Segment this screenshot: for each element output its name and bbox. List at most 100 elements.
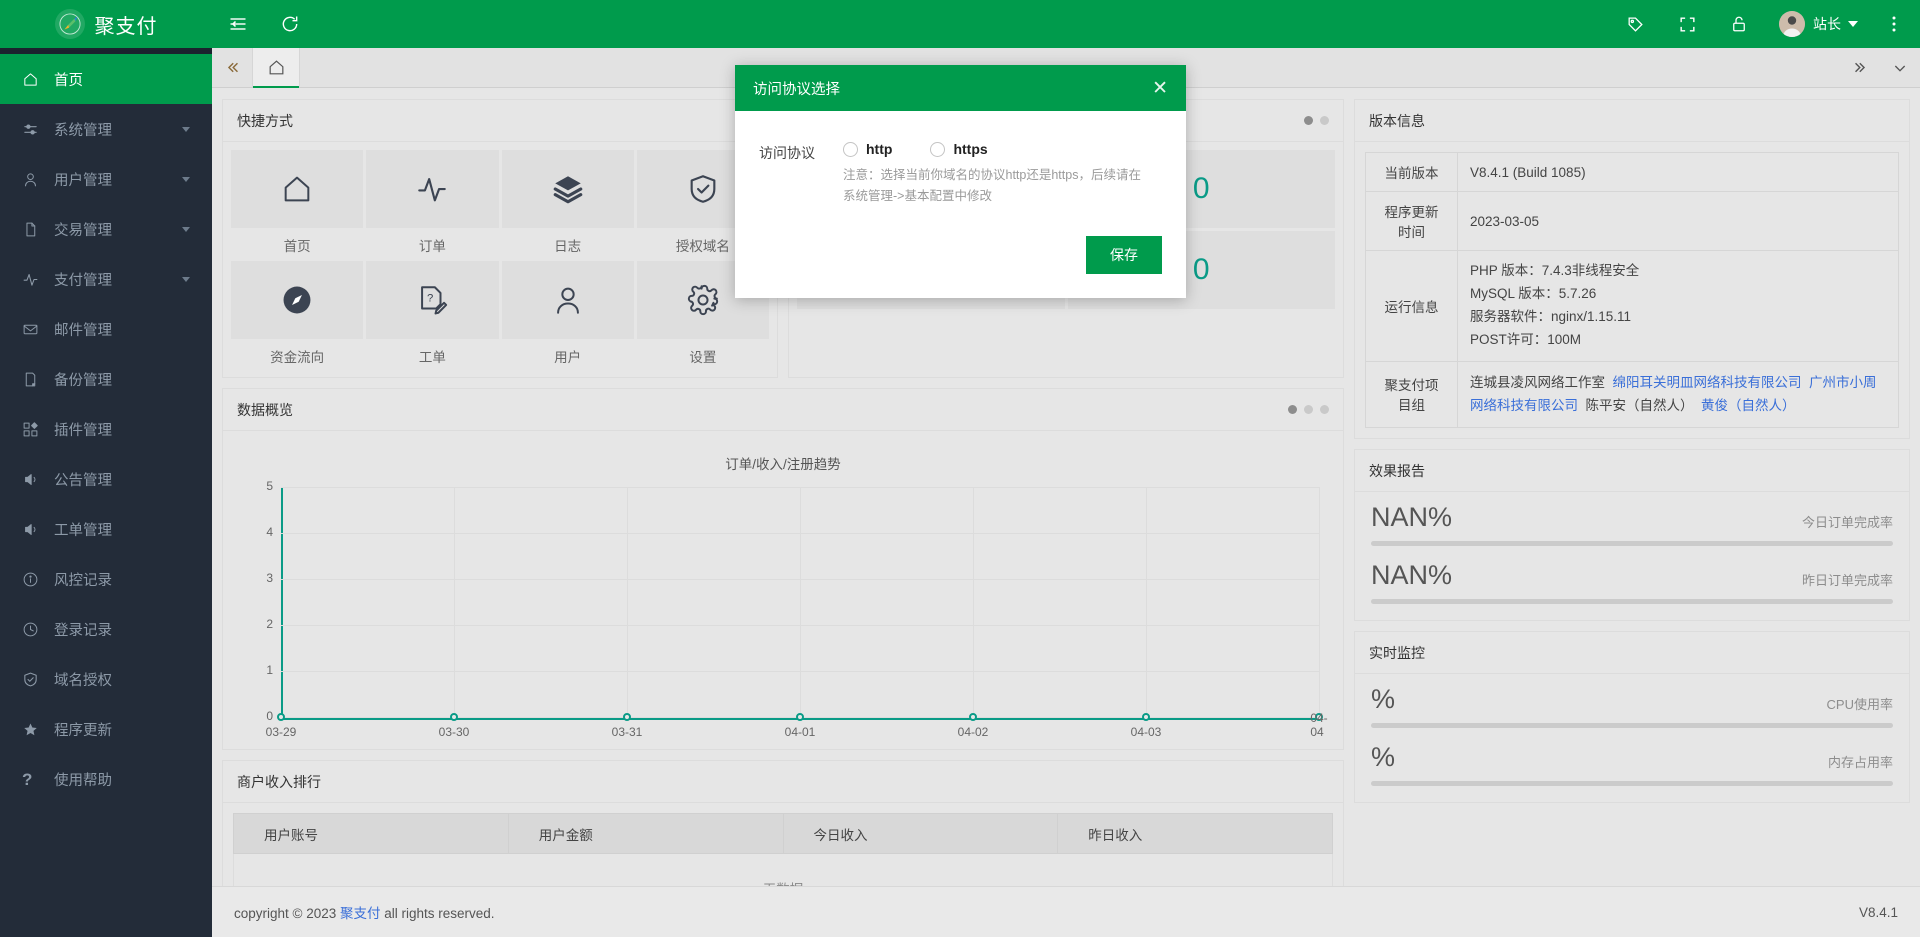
shortcut-0[interactable]: 首页 — [231, 150, 363, 258]
monitor-label: 内存占用率 — [1828, 752, 1893, 771]
more-vertical-icon[interactable] — [1868, 0, 1920, 48]
chart-data-point[interactable] — [1142, 713, 1150, 721]
overview-title: 数据概览 — [237, 400, 293, 420]
chart-data-point[interactable] — [450, 713, 458, 721]
report-progress-bar — [1371, 541, 1893, 546]
shortcut-icon-cell[interactable] — [231, 261, 363, 339]
sidebar-item-6[interactable]: 备份管理 — [0, 354, 212, 404]
chart-data-point[interactable] — [969, 713, 977, 721]
ranking-header: 商户收入排行 — [223, 761, 1343, 803]
stats-carousel-dots[interactable] — [1304, 116, 1329, 125]
sidebar-item-1[interactable]: 系统管理 — [0, 104, 212, 154]
shortcut-2[interactable]: 日志 — [502, 150, 634, 258]
info-icon — [22, 571, 48, 588]
sidebar-item-0[interactable]: 首页 — [0, 54, 212, 104]
activity-icon — [22, 271, 48, 288]
user-menu[interactable]: 站长 — [1765, 0, 1868, 48]
monitor-row-1: % 内存占用率 — [1355, 732, 1909, 790]
sidebar-item-3[interactable]: 交易管理 — [0, 204, 212, 254]
sidebar-item-13[interactable]: 程序更新 — [0, 704, 212, 754]
sidebar-item-9[interactable]: 工单管理 — [0, 504, 212, 554]
radio-circle-icon[interactable] — [843, 142, 858, 157]
shortcut-icon-cell[interactable] — [502, 150, 634, 228]
home-icon — [22, 71, 48, 88]
carousel-dot[interactable] — [1304, 405, 1313, 414]
save-button[interactable]: 保存 — [1086, 236, 1162, 274]
fullscreen-icon[interactable] — [1661, 0, 1713, 48]
column-header-1: 用户金额 — [508, 814, 783, 854]
shortcut-5[interactable]: ?工单 — [366, 261, 498, 369]
sidebar-item-11[interactable]: 登录记录 — [0, 604, 212, 654]
activity-icon — [415, 172, 449, 206]
carousel-dot[interactable] — [1304, 116, 1313, 125]
version-row-key: 运行信息 — [1366, 251, 1458, 362]
close-icon[interactable]: ✕ — [1152, 79, 1168, 98]
carousel-dot[interactable] — [1320, 116, 1329, 125]
sidebar-item-4[interactable]: 支付管理 — [0, 254, 212, 304]
project-member: 连城县凌风网络工作室 — [1470, 375, 1605, 390]
sidebar-item-label: 备份管理 — [54, 369, 212, 390]
double-chevron-left-icon[interactable] — [212, 48, 252, 87]
monitor-value: % — [1371, 744, 1395, 771]
sidebar-item-12[interactable]: 域名授权 — [0, 654, 212, 704]
protocol-radio-area: httphttps 注意：选择当前你域名的协议http还是https，后续请在系… — [843, 141, 1162, 206]
footer-brand-link[interactable]: 聚支付 — [340, 906, 381, 921]
shortcut-4[interactable]: 资金流向 — [231, 261, 363, 369]
radio-circle-icon[interactable] — [930, 142, 945, 157]
chart-x-tick: 04-03 — [1131, 725, 1162, 739]
project-member-link[interactable]: 黄俊（自然人） — [1701, 398, 1796, 413]
carousel-dot[interactable] — [1320, 405, 1329, 414]
chart-data-point[interactable] — [796, 713, 804, 721]
sidebar-item-label: 用户管理 — [54, 169, 182, 190]
chart-x-tick: 03-29 — [266, 725, 297, 739]
sidebar-item-8[interactable]: 公告管理 — [0, 454, 212, 504]
sidebar-item-2[interactable]: 用户管理 — [0, 154, 212, 204]
sidebar-item-5[interactable]: 邮件管理 — [0, 304, 212, 354]
protocol-radio-https[interactable]: https — [930, 141, 987, 157]
table-row: 无数据 — [234, 854, 1333, 887]
report-value: NAN% — [1371, 504, 1452, 531]
menu-collapse-icon[interactable] — [212, 0, 264, 48]
dialog-body: 访问协议 httphttps 注意：选择当前你域名的协议http还是https，… — [735, 111, 1186, 224]
shortcut-icon-cell[interactable]: ? — [366, 261, 498, 339]
chart-y-tick: 1 — [243, 663, 273, 677]
lock-icon[interactable] — [1713, 0, 1765, 48]
tab-home[interactable] — [252, 48, 300, 87]
home-icon — [280, 172, 314, 206]
chart-y-tick: 5 — [243, 479, 273, 493]
protocol-radio-http[interactable]: http — [843, 141, 892, 157]
footer-version: V8.4.1 — [1859, 905, 1898, 920]
column-header-0: 用户账号 — [234, 814, 509, 854]
chevron-down-icon — [182, 227, 190, 232]
sidebar-item-14[interactable]: ?使用帮助 — [0, 754, 212, 804]
brand-logo[interactable]: 聚支付 — [0, 0, 212, 48]
sidebar-item-10[interactable]: 风控记录 — [0, 554, 212, 604]
shortcut-label: 订单 — [366, 228, 498, 258]
shield-check-icon — [22, 671, 48, 688]
project-member-link[interactable]: 绵阳耳关明皿网络科技有限公司 — [1613, 375, 1802, 390]
chart-vgridline — [627, 487, 628, 717]
chevron-down-icon — [182, 127, 190, 132]
shortcut-icon-cell[interactable] — [366, 150, 498, 228]
shortcut-6[interactable]: 用户 — [502, 261, 634, 369]
chevron-down-icon[interactable] — [1880, 48, 1920, 87]
shortcut-icon-cell[interactable] — [231, 150, 363, 228]
sidebar-item-7[interactable]: 插件管理 — [0, 404, 212, 454]
carousel-dot[interactable] — [1288, 405, 1297, 414]
chart-data-point[interactable] — [277, 713, 285, 721]
monitor-progress-bar — [1371, 723, 1893, 728]
version-table-wrap: 当前版本V8.4.1 (Build 1085)程序更新时间2023-03-05运… — [1355, 142, 1909, 438]
shortcut-1[interactable]: 订单 — [366, 150, 498, 258]
rocket-logo-icon — [55, 9, 85, 39]
overview-carousel-dots[interactable] — [1288, 405, 1329, 414]
sidebar-item-label: 使用帮助 — [54, 769, 212, 790]
shortcut-icon-cell[interactable] — [502, 261, 634, 339]
report-rows: NAN%今日订单完成率NAN%昨日订单完成率 — [1355, 492, 1909, 620]
chart-data-point[interactable] — [623, 713, 631, 721]
chart-x-tick: 04-04 — [1310, 711, 1327, 739]
tag-icon[interactable] — [1609, 0, 1661, 48]
refresh-icon[interactable] — [264, 0, 316, 48]
double-chevron-right-icon[interactable] — [1840, 48, 1880, 87]
protocol-form-row: 访问协议 httphttps 注意：选择当前你域名的协议http还是https，… — [759, 141, 1162, 206]
report-progress-bar — [1371, 599, 1893, 604]
